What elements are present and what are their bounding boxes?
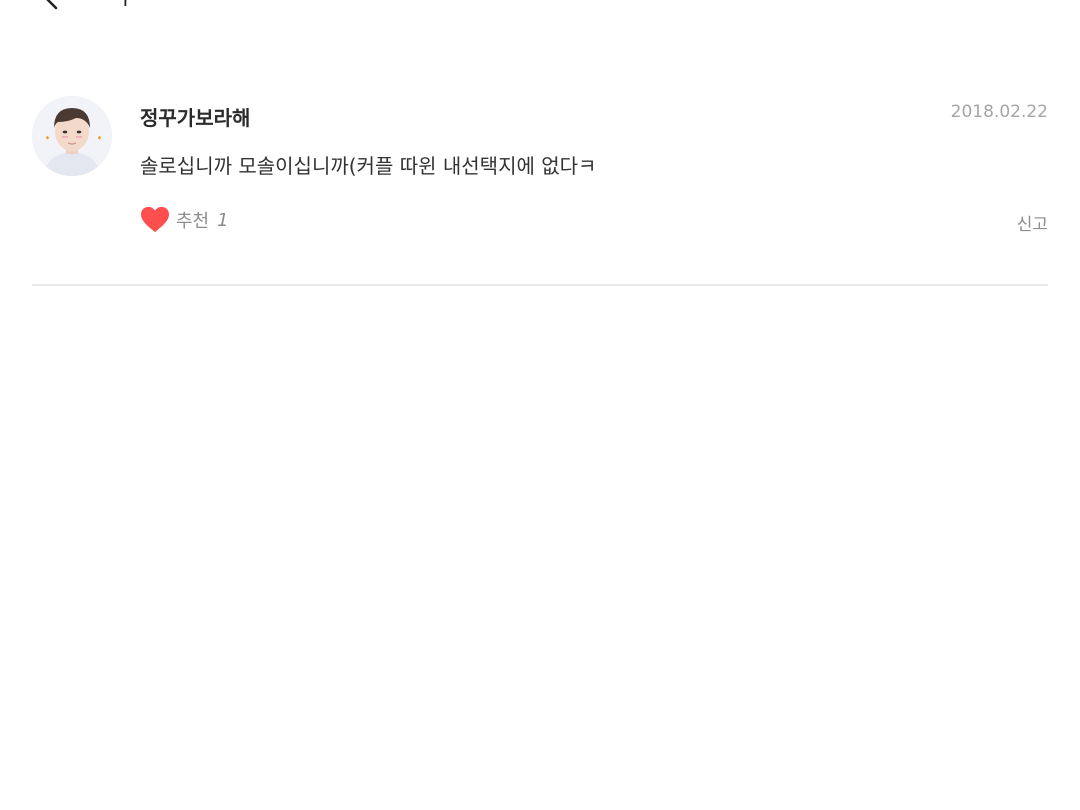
recommend-count: 1 [217,209,229,231]
page-title: ㄱ [110,0,131,15]
report-button[interactable]: 신고 [1017,210,1048,235]
comment-author[interactable]: 정꾸가보라해 [140,102,250,131]
divider [32,284,1048,286]
avatar-image [32,96,112,176]
comment-body: 솔로십니까 모솔이십니까(커플 따윈 내선택지에 없다ㅋ [140,154,597,178]
top-bar: ㄱ [0,0,1080,15]
comment-date: 2018.02.22 [950,102,1048,122]
comment-item: 정꾸가보라해 2018.02.22 솔로십니까 모솔이십니까(커플 따윈 내선택… [32,96,1048,286]
back-arrow-icon [46,0,58,10]
recommend-label: 추천 [176,211,210,232]
comment-page: ㄱ 정꾸가보라해 2018.02.22 솔로십니까 모솔이십니까(커플 따윈 내… [0,0,1080,810]
avatar[interactable] [32,96,112,176]
comment-actions: 추천 1 [140,204,229,236]
recommend-button[interactable]: 추천 1 [140,206,229,234]
back-button[interactable] [36,0,64,10]
heart-icon [141,206,169,233]
